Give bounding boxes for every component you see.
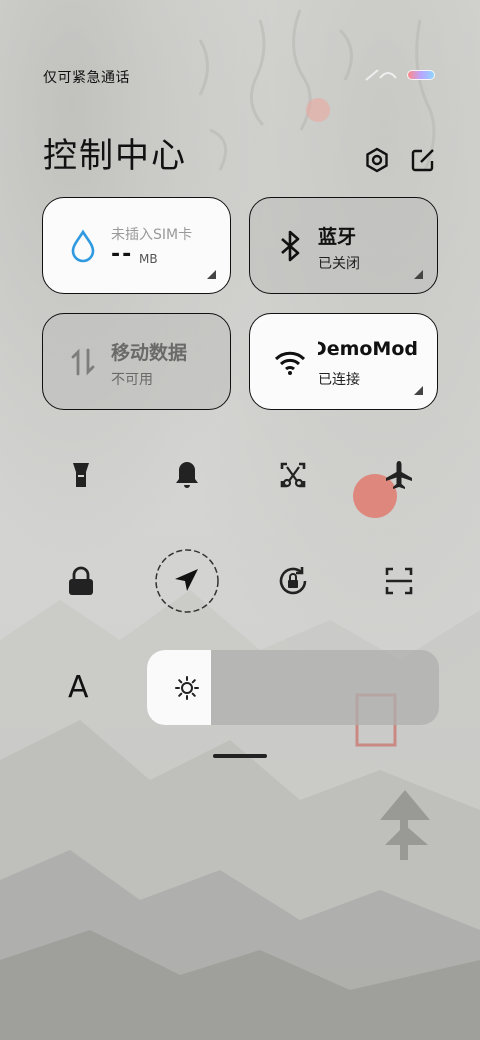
data-usage-value: -- <box>111 242 134 267</box>
mobile-data-status: 不可用 <box>111 372 153 388</box>
wifi-tile[interactable]: DemoMod 已连接 <box>249 313 438 410</box>
lock-icon <box>69 566 93 595</box>
wifi-network-name: DemoMod <box>318 338 418 360</box>
flashlight-toggle[interactable] <box>58 452 104 498</box>
font-size-button[interactable]: A <box>68 670 89 705</box>
location-toggle[interactable] <box>154 548 220 614</box>
bluetooth-icon <box>281 230 300 262</box>
wifi-status: 已连接 <box>318 372 360 388</box>
data-arrows-icon <box>71 348 95 376</box>
expand-corner-icon <box>414 270 423 279</box>
sun-icon <box>175 676 199 700</box>
bluetooth-status: 已关闭 <box>318 256 360 272</box>
control-center-title: 控制中心 <box>43 136 187 176</box>
wifi-icon <box>274 351 306 375</box>
silent-toggle[interactable] <box>164 452 210 498</box>
expand-corner-icon <box>414 386 423 395</box>
mobile-data-tile[interactable]: 移动数据 不可用 <box>42 313 231 410</box>
status-bar <box>0 0 480 40</box>
bluetooth-title: 蓝牙 <box>318 226 357 248</box>
edit-icon <box>411 149 434 172</box>
battery-icon <box>407 70 435 80</box>
data-usage-unit: MB <box>139 252 158 266</box>
scan-icon <box>385 567 413 595</box>
sim-status-text: 未插入SIM卡 <box>111 227 193 243</box>
status-icons <box>360 64 440 84</box>
brightness-slider[interactable] <box>147 650 439 725</box>
settings-hexagon-icon <box>366 147 388 173</box>
scanner-toggle[interactable] <box>376 558 422 604</box>
lock-screen-toggle[interactable] <box>58 558 104 604</box>
data-usage-tile[interactable]: 未插入SIM卡 -- MB <box>42 197 231 294</box>
drag-handle[interactable] <box>213 754 267 758</box>
mobile-data-title: 移动数据 <box>111 342 188 364</box>
screenshot-toggle[interactable] <box>270 452 316 498</box>
bluetooth-tile[interactable]: 蓝牙 已关闭 <box>249 197 438 294</box>
rotation-lock-icon <box>279 567 307 595</box>
bell-icon <box>176 462 198 488</box>
rotation-lock-toggle[interactable] <box>270 558 316 604</box>
location-icon <box>155 549 219 613</box>
water-drop-icon <box>71 229 95 263</box>
airplane-mode-toggle[interactable] <box>376 452 422 498</box>
edit-button[interactable] <box>409 146 437 174</box>
settings-button[interactable] <box>363 146 391 174</box>
flashlight-icon <box>73 463 89 487</box>
screenshot-icon <box>280 462 306 488</box>
emergency-calls-only-text: 仅可紧急通话 <box>43 70 130 86</box>
signal-icon <box>365 69 397 81</box>
airplane-icon <box>386 461 412 489</box>
expand-corner-icon <box>207 270 216 279</box>
